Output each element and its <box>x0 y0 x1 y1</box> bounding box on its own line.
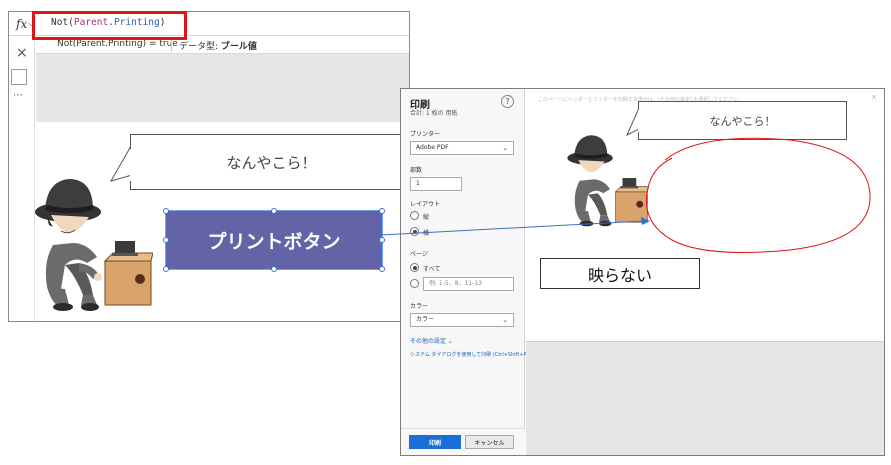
layout-portrait-label: 縦 <box>423 214 430 221</box>
chevron-down-icon: ⌄ <box>502 144 508 152</box>
printer-label: プリンター <box>410 131 441 138</box>
color-value: カラー <box>416 316 435 323</box>
copies-label: 部数 <box>410 167 423 174</box>
print-button[interactable]: プリントボタン <box>165 210 383 270</box>
character-illustration <box>35 179 153 311</box>
speech-bubble[interactable]: なんやこら！ <box>130 134 409 190</box>
formula-result-expression: Not(Parent.Printing) = true <box>57 39 178 49</box>
more-settings-link[interactable]: その他の設定 ⌄ <box>410 336 453 345</box>
dialog-cancel-button[interactable]: キャンセル <box>465 435 514 449</box>
pages-range-input[interactable]: 例: 1-5、8、11-13 <box>423 277 514 291</box>
character-illustration <box>567 135 650 227</box>
layout-landscape-label: 横 <box>423 230 430 237</box>
pages-all-label: すべて <box>423 266 441 273</box>
preview-background <box>526 342 884 455</box>
printer-value: Adobe PDF <box>416 144 449 151</box>
more-icon[interactable]: ⋯ <box>13 90 24 101</box>
layout-label: レイアウト <box>410 201 441 208</box>
chevron-down-icon: ⌄ <box>447 338 453 345</box>
resize-handle[interactable] <box>379 237 385 243</box>
dialog-subtitle: 合計: 1 枚の 用紙 <box>410 110 458 117</box>
resize-handle[interactable] <box>379 266 385 272</box>
preview-speech-bubble: なんやこら！ <box>638 101 847 140</box>
layout-portrait-radio[interactable] <box>410 211 419 220</box>
resize-handle[interactable] <box>163 208 169 214</box>
powerapps-editor: fx ⌵ Not(Parent.Printing) Not(Parent.Pri… <box>8 11 410 322</box>
layout-landscape-radio[interactable] <box>410 227 419 236</box>
pages-label: ページ <box>410 251 428 258</box>
help-icon[interactable]: ? <box>501 95 514 108</box>
printer-select[interactable]: Adobe PDF ⌄ <box>410 141 514 155</box>
annotation-callout: 映らない <box>540 258 700 289</box>
resize-handle[interactable] <box>163 237 169 243</box>
resize-handle[interactable] <box>163 266 169 272</box>
formula-result-type: データ型: ブール値 <box>179 39 257 52</box>
rail-input-box[interactable] <box>11 69 27 85</box>
color-label: カラー <box>410 303 429 310</box>
dialog-print-button[interactable]: 印刷 <box>409 435 461 449</box>
formula-highlight <box>32 11 187 40</box>
more-settings-label: その他の設定 <box>410 338 447 345</box>
system-dialog-link[interactable]: システム ダイアログを使用して印刷 (Ctrl+Shift+P) <box>410 351 528 358</box>
divider <box>171 38 172 52</box>
pages-all-radio[interactable] <box>410 263 419 272</box>
result-type-value: ブール値 <box>220 42 257 52</box>
pages-custom-radio[interactable] <box>410 279 419 288</box>
resize-handle[interactable] <box>271 208 277 214</box>
chevron-down-icon: ⌄ <box>502 316 508 324</box>
fx-label: fx <box>16 17 28 31</box>
canvas-background <box>36 54 409 122</box>
result-type-label: データ型: <box>179 42 219 52</box>
resize-handle[interactable] <box>271 266 277 272</box>
preview-close-icon: × <box>871 93 877 101</box>
close-icon[interactable]: × <box>16 45 28 61</box>
resize-handle[interactable] <box>379 208 385 214</box>
color-select[interactable]: カラー ⌄ <box>410 313 514 327</box>
copies-input[interactable]: 1 <box>410 177 462 191</box>
